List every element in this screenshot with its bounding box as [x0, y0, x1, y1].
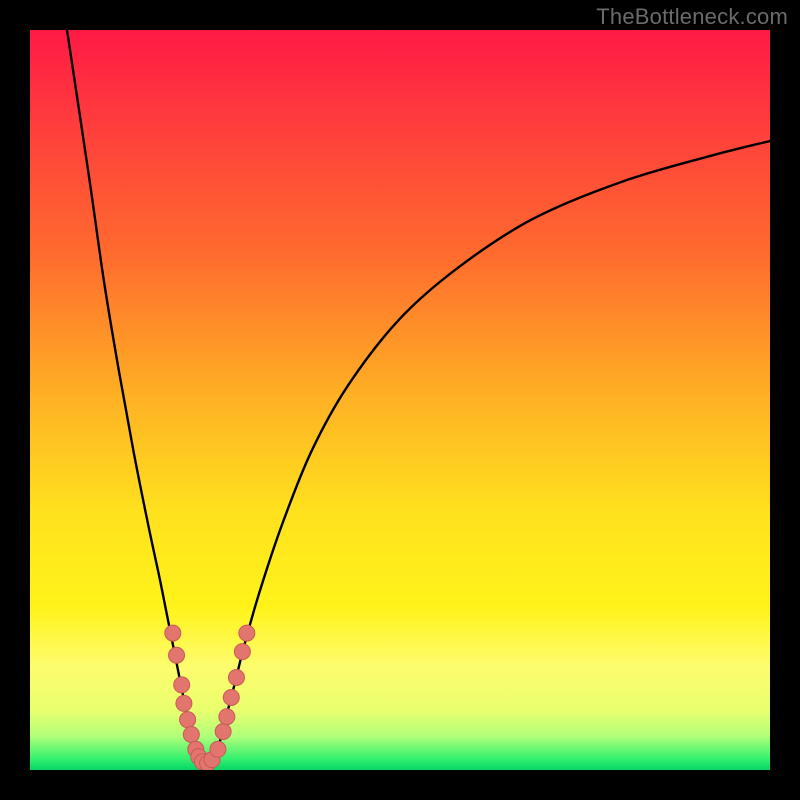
data-dot — [210, 741, 226, 757]
data-dot — [228, 670, 244, 686]
data-dot — [176, 695, 192, 711]
outer-frame: TheBottleneck.com — [0, 0, 800, 800]
chart-svg — [30, 30, 770, 770]
data-dot — [223, 689, 239, 705]
data-dot — [183, 726, 199, 742]
data-dot — [174, 677, 190, 693]
data-dot — [219, 709, 235, 725]
plot-area — [30, 30, 770, 770]
data-dot — [165, 625, 181, 641]
curve-left-branch — [67, 30, 195, 755]
data-dot — [234, 644, 250, 660]
data-dot — [215, 724, 231, 740]
data-dot — [180, 712, 196, 728]
curve-right-branch — [216, 141, 770, 755]
data-dot — [239, 625, 255, 641]
watermark-text: TheBottleneck.com — [596, 4, 788, 30]
data-dots-group — [165, 625, 255, 770]
data-dot — [169, 647, 185, 663]
